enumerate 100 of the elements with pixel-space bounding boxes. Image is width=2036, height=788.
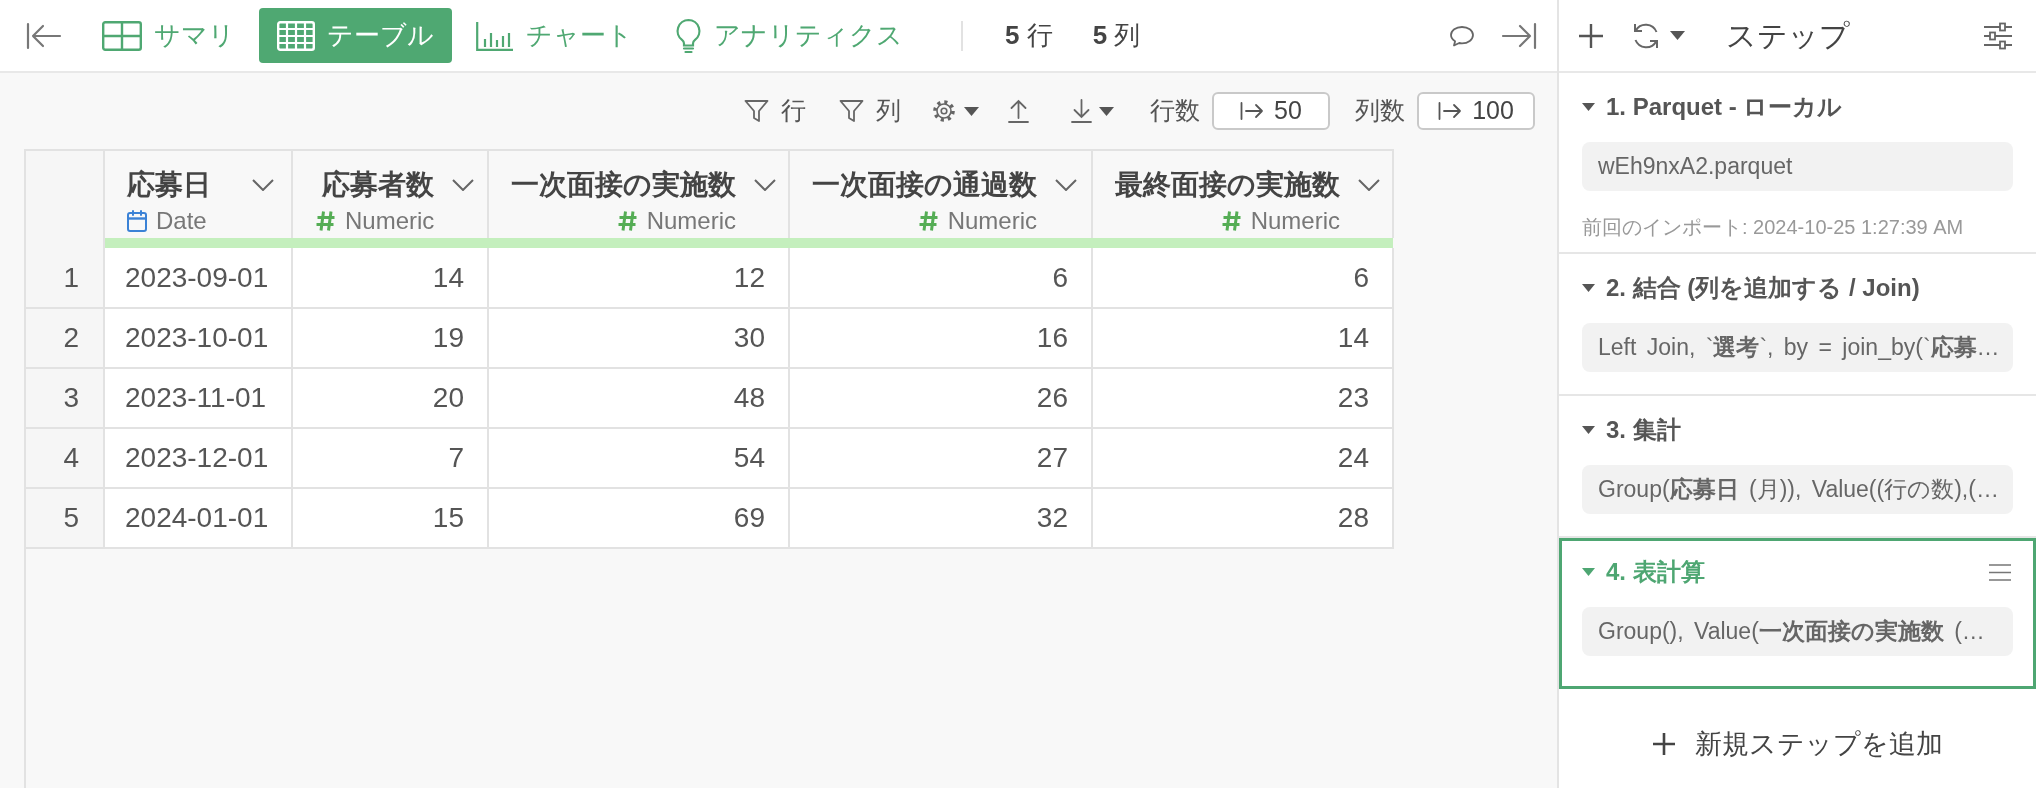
download-icon xyxy=(1071,99,1092,123)
chevron-down-icon[interactable] xyxy=(452,179,475,191)
column-name: 一次面接の通過数 xyxy=(812,168,1037,202)
settings-button[interactable] xyxy=(932,99,979,123)
step-card[interactable]: 4. 表計算 Group(), Value(一次面接の実施数 (… xyxy=(1559,538,2036,689)
table-cell: 27 xyxy=(789,428,1092,488)
hash-icon xyxy=(616,210,638,232)
table-cell: 54 xyxy=(488,428,789,488)
grid-icon xyxy=(102,20,142,51)
table-cell: 30 xyxy=(488,308,789,368)
step-note: 前回のインポート: 2024-10-25 1:27:39 AM xyxy=(1582,215,1965,240)
table-cell: 24 xyxy=(1092,428,1393,488)
left-arrow-bar-icon xyxy=(26,21,62,50)
table-cell: 14 xyxy=(1092,308,1393,368)
step-card[interactable]: 2. 結合 (列を追加する / Join) Left Join, `選考`, by = join_by(`応募… xyxy=(1559,254,2036,396)
lightbulb-icon xyxy=(675,17,702,54)
table-cell: 16 xyxy=(789,308,1092,368)
step-summary: Group(), Value(一次面接の実施数 (… xyxy=(1582,607,2013,656)
upload-button[interactable] xyxy=(1008,99,1029,123)
upload-icon xyxy=(1008,99,1029,123)
table-cell: 28 xyxy=(1092,488,1393,548)
settings-icon xyxy=(932,99,956,123)
row-number: 1 xyxy=(26,248,104,308)
caret-icon[interactable] xyxy=(1582,426,1595,434)
table-cell: 2023-09-01 xyxy=(104,248,292,308)
table-cell: 7 xyxy=(292,428,488,488)
column-type: Numeric xyxy=(947,206,1037,236)
panel-title: ステップ xyxy=(1726,18,1850,54)
step-title: 3. 集計 xyxy=(1606,415,1681,445)
table-cell: 6 xyxy=(1092,248,1393,308)
arrow-right-bar-icon xyxy=(1240,102,1265,120)
hash-icon xyxy=(917,210,939,232)
row-number: 2 xyxy=(26,308,104,368)
caret-icon xyxy=(964,106,979,116)
chevron-down-icon[interactable] xyxy=(754,179,776,191)
table-cell: 12 xyxy=(488,248,789,308)
column-type: Numeric xyxy=(1250,206,1340,236)
table-cell: 26 xyxy=(789,368,1092,428)
speech-bubble-icon xyxy=(1449,24,1475,47)
filter-button[interactable]: 列 xyxy=(839,92,901,130)
table-cell: 2023-11-01 xyxy=(104,368,292,428)
step-title: 2. 結合 (列を追加する / Join) xyxy=(1606,273,1920,303)
table-cell: 2023-12-01 xyxy=(104,428,292,488)
column-type: Numeric xyxy=(345,206,435,236)
refresh-icon xyxy=(1631,21,1661,50)
step-title: 4. 表計算 xyxy=(1606,557,1705,587)
hash-icon xyxy=(315,210,336,232)
column-name: 応募者数 xyxy=(322,168,435,202)
row-number: 3 xyxy=(26,368,104,428)
chevron-down-icon[interactable] xyxy=(1358,179,1380,191)
limit-label: 行数 xyxy=(1150,95,1200,127)
step-summary: wEh9nxA2.parquet xyxy=(1582,142,2013,191)
table-cell: 20 xyxy=(292,368,488,428)
row-number: 5 xyxy=(26,488,104,548)
step-summary: Left Join, `選考`, by = join_by(`応募… xyxy=(1582,323,2013,372)
limit-field[interactable]: 100 xyxy=(1417,92,1535,130)
add-step-button[interactable]: 新規ステップを追加 xyxy=(1652,724,1943,764)
table-cell: 6 xyxy=(789,248,1092,308)
limit-label: 列数 xyxy=(1355,95,1405,127)
limit-field[interactable]: 50 xyxy=(1212,92,1330,130)
count-label: 5 行 xyxy=(1005,19,1053,52)
right-arrow-bar-icon xyxy=(1501,21,1537,50)
step-title: 1. Parquet - ローカル xyxy=(1606,92,1843,122)
bar-chart-icon xyxy=(476,20,514,51)
caret-icon xyxy=(1099,106,1114,116)
table-cell: 69 xyxy=(488,488,789,548)
download-button[interactable] xyxy=(1071,99,1114,123)
column-type: Date xyxy=(156,206,207,236)
table-cell: 32 xyxy=(789,488,1092,548)
chevron-down-icon[interactable] xyxy=(252,179,274,191)
column-name: 一次面接の実施数 xyxy=(511,168,736,202)
table-icon xyxy=(277,20,315,51)
count-label: 5 列 xyxy=(1092,19,1141,52)
hash-icon xyxy=(1220,210,1242,232)
caret-icon xyxy=(1670,31,1685,40)
table-cell: 19 xyxy=(292,308,488,368)
table-cell: 23 xyxy=(1092,368,1393,428)
plus-icon xyxy=(1578,22,1604,49)
column-type: Numeric xyxy=(646,206,736,236)
caret-icon[interactable] xyxy=(1582,103,1595,111)
step-summary: Group(応募日 (月)), Value((行の数),(… xyxy=(1582,465,2013,514)
table-cell: 15 xyxy=(292,488,488,548)
column-name: 応募日 xyxy=(127,168,211,202)
menu-icon[interactable] xyxy=(1989,563,2011,581)
column-name: 最終面接の実施数 xyxy=(1115,168,1340,202)
table-cell: 48 xyxy=(488,368,789,428)
chevron-down-icon[interactable] xyxy=(1055,179,1077,191)
calendar-icon xyxy=(127,210,147,232)
sliders-icon xyxy=(1983,21,2013,50)
table-cell: 14 xyxy=(292,248,488,308)
step-card[interactable]: 1. Parquet - ローカル wEh9nxA2.parquet 前回のインポート: 2024-10-25 1:27:39 AM xyxy=(1559,73,2036,254)
filter-icon xyxy=(744,98,769,124)
row-number: 4 xyxy=(26,428,104,488)
caret-icon[interactable] xyxy=(1582,284,1595,292)
table-cell: 2023-10-01 xyxy=(104,308,292,368)
plus-icon xyxy=(1652,733,1675,755)
step-card[interactable]: 3. 集計 Group(応募日 (月)), Value((行の数),(… xyxy=(1559,396,2036,538)
arrow-right-bar-icon xyxy=(1438,102,1463,120)
filter-button[interactable]: 行 xyxy=(744,92,806,130)
table-cell: 2024-01-01 xyxy=(104,488,292,548)
